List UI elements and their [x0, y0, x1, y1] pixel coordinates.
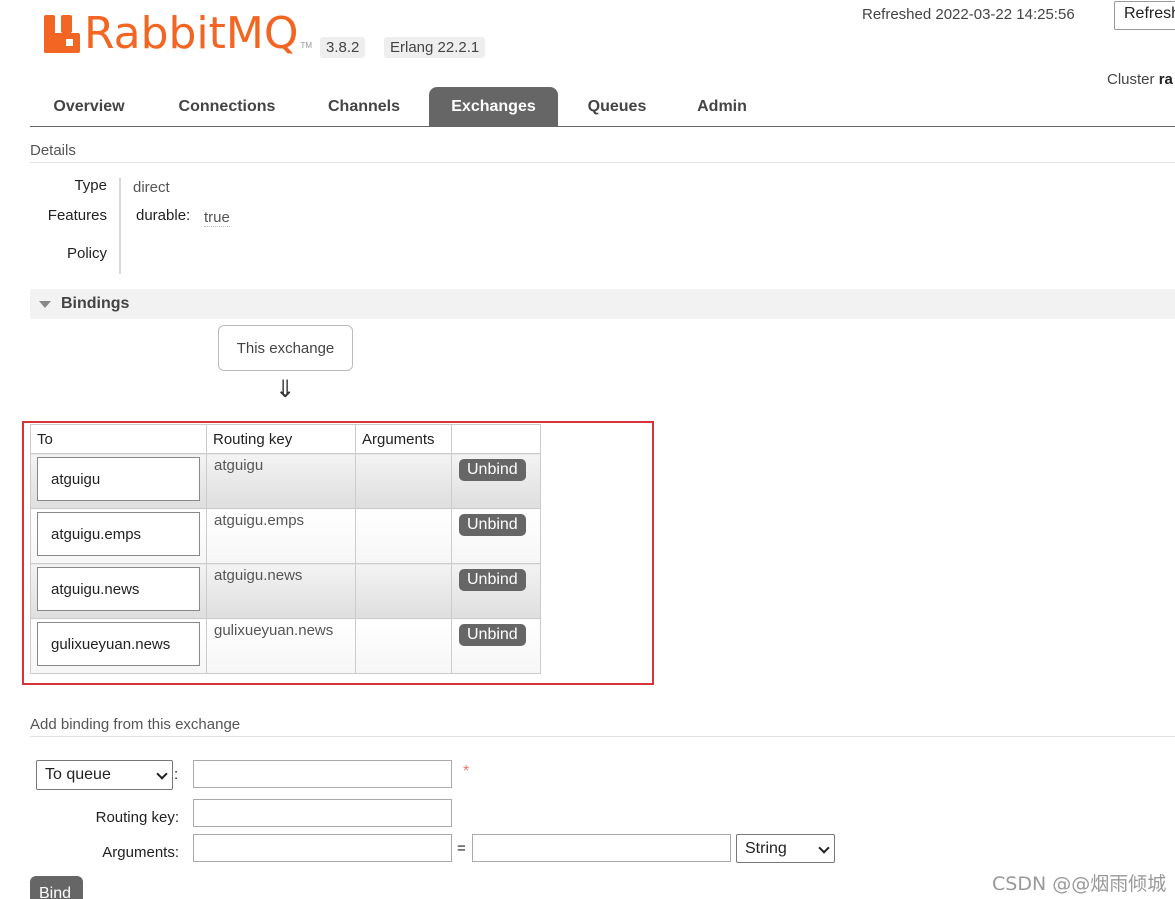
- destination-queue-link[interactable]: atguigu.emps: [37, 512, 200, 556]
- destination-queue-link[interactable]: atguigu.news: [37, 567, 200, 611]
- destination-type-value: To queue: [45, 766, 111, 783]
- feature-durable-value: true: [204, 209, 230, 227]
- column-header-actions: [451, 424, 541, 454]
- arguments-cell: [355, 508, 452, 564]
- chevron-down-icon: [156, 768, 168, 780]
- argument-type-select[interactable]: String: [736, 834, 835, 863]
- unbind-button[interactable]: Unbind: [459, 459, 526, 481]
- binding-to-cell: atguigu: [30, 453, 207, 509]
- destination-queue-link[interactable]: gulixueyuan.news: [37, 622, 200, 666]
- type-label: Type: [74, 177, 107, 194]
- required-marker: *: [463, 763, 470, 780]
- column-header-to: To: [30, 424, 207, 454]
- routing-key-cell: atguigu.emps: [206, 508, 356, 564]
- routing-key-cell: gulixueyuan.news: [206, 618, 356, 674]
- bindings-section-header[interactable]: Bindings: [30, 289, 1175, 319]
- brand-name: RabbitMQ: [84, 8, 299, 59]
- type-value: direct: [133, 179, 170, 196]
- cluster-label: Cluster: [1107, 71, 1155, 88]
- tab-admin[interactable]: Admin: [681, 87, 763, 127]
- cluster-info: Cluster ra: [1107, 71, 1173, 88]
- column-header-routing-key: Routing key: [206, 424, 356, 454]
- action-cell: Unbind: [451, 453, 541, 509]
- bindings-table: To Routing key Arguments atguigu atguigu…: [30, 424, 541, 674]
- routing-key-cell: atguigu.news: [206, 563, 356, 619]
- routing-key-label: Routing key:: [95, 809, 179, 826]
- add-binding-divider: [30, 736, 1175, 737]
- unbind-button[interactable]: Unbind: [459, 514, 526, 536]
- routing-key-cell: atguigu: [206, 453, 356, 509]
- version-badge: 3.8.2: [320, 37, 366, 58]
- tab-exchanges[interactable]: Exchanges: [429, 87, 558, 127]
- table-row: atguigu.emps atguigu.emps Unbind: [30, 508, 541, 564]
- bindings-heading: Bindings: [61, 295, 130, 312]
- argument-key-input[interactable]: [193, 834, 452, 862]
- refreshed-timestamp: Refreshed 2022-03-22 14:25:56: [862, 6, 1075, 23]
- this-exchange-box: This exchange: [218, 325, 353, 371]
- tab-overview[interactable]: Overview: [34, 87, 144, 127]
- rabbitmq-logo[interactable]: RabbitMQ TM: [44, 12, 312, 56]
- argument-value-input[interactable]: [472, 834, 731, 862]
- arguments-cell: [355, 453, 452, 509]
- table-row: atguigu.news atguigu.news Unbind: [30, 563, 541, 619]
- binding-to-cell: atguigu.news: [30, 563, 207, 619]
- tab-connections[interactable]: Connections: [160, 87, 294, 127]
- binding-to-cell: gulixueyuan.news: [30, 618, 207, 674]
- action-cell: Unbind: [451, 508, 541, 564]
- main-nav-tabs: Overview Connections Channels Exchanges …: [30, 87, 1175, 127]
- details-heading[interactable]: Details: [30, 142, 76, 159]
- details-divider: [30, 162, 1175, 163]
- watermark-text: CSDN @@烟雨倾城: [992, 873, 1167, 895]
- tab-queues[interactable]: Queues: [572, 87, 662, 127]
- down-arrow-icon: ⇓: [275, 376, 296, 403]
- erlang-version-badge: Erlang 22.2.1: [384, 37, 486, 58]
- destination-type-select[interactable]: To queue: [36, 760, 173, 790]
- details-separator: [119, 178, 121, 274]
- cluster-name: ra: [1158, 71, 1173, 88]
- unbind-button[interactable]: Unbind: [459, 624, 526, 646]
- destination-colon: :: [174, 766, 179, 783]
- column-header-arguments: Arguments: [355, 424, 452, 454]
- table-row: gulixueyuan.news gulixueyuan.news Unbind: [30, 618, 541, 674]
- equals-sign: =: [457, 840, 466, 857]
- trademark: TM: [300, 41, 313, 50]
- arguments-cell: [355, 563, 452, 619]
- routing-key-input[interactable]: [193, 799, 452, 827]
- arguments-label: Arguments:: [102, 844, 179, 861]
- unbind-button[interactable]: Unbind: [459, 569, 526, 591]
- arguments-cell: [355, 618, 452, 674]
- feature-durable-key: durable:: [136, 207, 191, 224]
- features-label: Features: [47, 207, 107, 224]
- collapse-triangle-icon: [39, 301, 51, 308]
- rabbitmq-logo-icon: [44, 15, 80, 53]
- refresh-select[interactable]: Refresh: [1114, 1, 1175, 30]
- action-cell: Unbind: [451, 563, 541, 619]
- policy-label: Policy: [66, 245, 107, 262]
- add-binding-heading: Add binding from this exchange: [30, 716, 241, 733]
- destination-name-input[interactable]: [193, 760, 452, 788]
- bind-button[interactable]: Bind: [30, 876, 83, 899]
- binding-to-cell: atguigu.emps: [30, 508, 207, 564]
- action-cell: Unbind: [451, 618, 541, 674]
- destination-queue-link[interactable]: atguigu: [37, 457, 200, 501]
- table-row: atguigu atguigu Unbind: [30, 453, 541, 509]
- argument-type-value: String: [745, 840, 787, 857]
- chevron-down-icon: [818, 842, 830, 854]
- tab-channels[interactable]: Channels: [312, 87, 416, 127]
